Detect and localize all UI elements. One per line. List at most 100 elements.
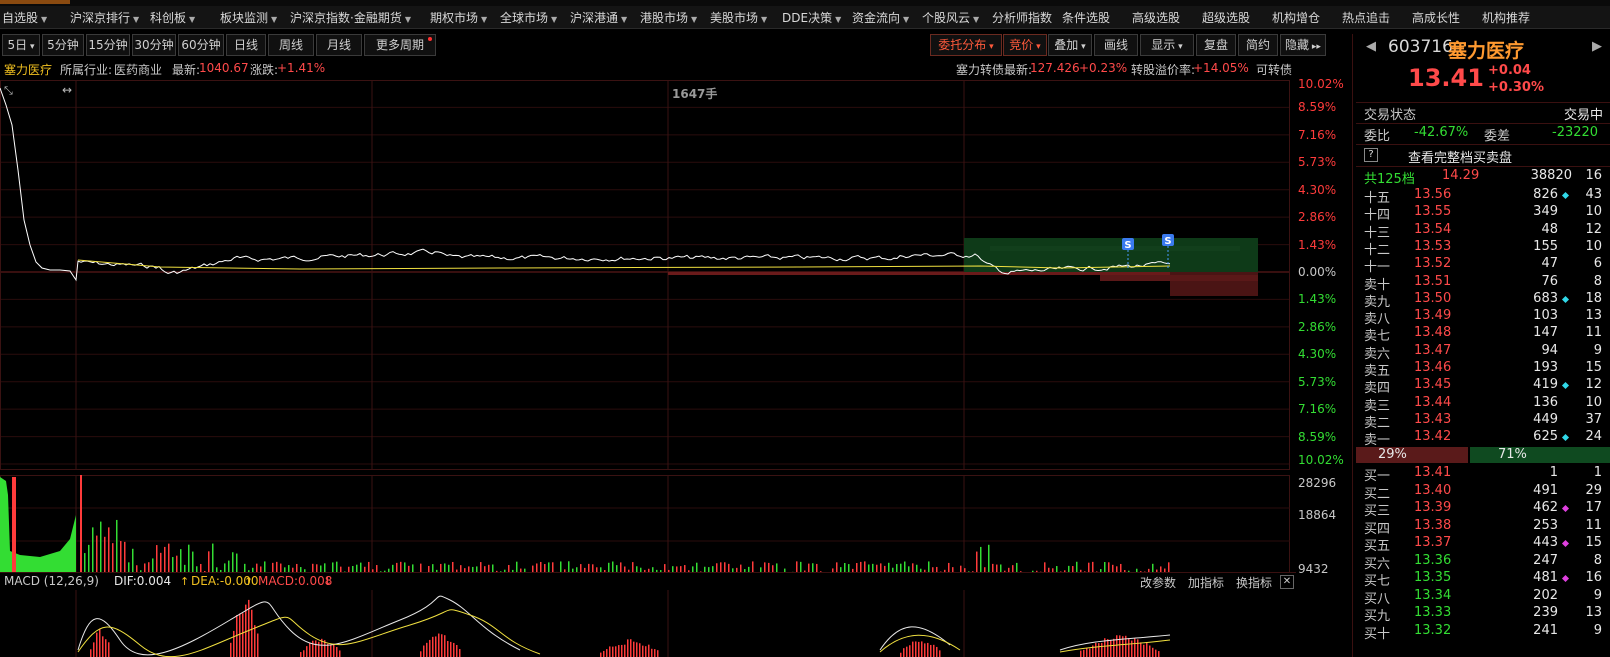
bid-level-row[interactable]: 买六 13.36 247 8	[1356, 553, 1610, 572]
menu-item-3[interactable]: 板块监测 ▼	[220, 9, 277, 27]
tool-button-5[interactable]: 复盘	[1196, 34, 1236, 56]
info-industry[interactable]: 医药商业	[114, 61, 162, 78]
menu-item-5[interactable]: 期权市场 ▼	[430, 9, 487, 27]
period-button-3[interactable]: 30分钟	[132, 34, 176, 56]
macd-chart[interactable]	[0, 590, 1290, 657]
bid-level-price: 13.35	[1414, 570, 1452, 585]
period-button-4[interactable]: 60分钟	[178, 34, 224, 56]
macd-switch-button[interactable]: 换指标	[1236, 574, 1272, 591]
next-stock-icon[interactable]: ▶	[1592, 39, 1602, 54]
menu-item-12[interactable]: 个股风云 ▼	[922, 9, 979, 27]
chevron-down-icon: ▾	[1175, 42, 1183, 52]
menu-item-6[interactable]: 全球市场 ▼	[500, 9, 557, 27]
volume-chart[interactable]	[0, 475, 1290, 575]
expand-icon: ▸▸	[1309, 42, 1321, 52]
full-book-row[interactable]: ? 查看完整档买卖盘	[1356, 147, 1610, 166]
bid-level-count: 13	[1585, 605, 1602, 620]
bid-level-row[interactable]: 买四 13.38 253 11	[1356, 518, 1610, 537]
menu-item-9[interactable]: 美股市场 ▼	[710, 9, 767, 27]
period-button-2[interactable]: 15分钟	[86, 34, 130, 56]
ask-level-row[interactable]: 卖十 13.51 76 8	[1356, 274, 1610, 293]
full-book-link[interactable]: 查看完整档买卖盘	[1408, 147, 1512, 166]
bid-level-row[interactable]: 买十 13.32 241 9	[1356, 623, 1610, 642]
tool-button-1[interactable]: 竞价 ▾	[1003, 34, 1047, 56]
zoom-corner-icon[interactable]: ⤡	[4, 84, 13, 97]
ask-level-row[interactable]: 卖六 13.47 94 9	[1356, 343, 1610, 362]
menu-item-19[interactable]: 高成长性	[1412, 9, 1460, 27]
ask-level-row[interactable]: 十四 13.55 349 10	[1356, 204, 1610, 223]
bid-level-row[interactable]: 买五 13.37 443 15	[1356, 535, 1610, 554]
period-button-0[interactable]: 5日 ▾	[2, 34, 40, 56]
info-last-label: 最新:	[172, 63, 201, 77]
ask-level-row[interactable]: 卖四 13.45 419 12	[1356, 377, 1610, 396]
bid-level-row[interactable]: 买三 13.39 462 17	[1356, 500, 1610, 519]
menu-item-2[interactable]: 科创板 ▼	[150, 9, 195, 27]
intraday-price-chart[interactable]: S S 1647手 ⤡ ↔	[0, 80, 1290, 470]
menu-item-11[interactable]: 资金流向 ▼	[852, 9, 909, 27]
resize-handle-icon[interactable]: ↔	[62, 83, 72, 97]
ask-level-row[interactable]: 卖五 13.46 193 15	[1356, 360, 1610, 379]
menu-item-18[interactable]: 热点追击	[1342, 9, 1390, 27]
bid-level-row[interactable]: 买二 13.40 491 29	[1356, 483, 1610, 502]
pct-up-label: 8.59%	[1298, 100, 1337, 115]
period-button-7[interactable]: 月线	[316, 34, 362, 56]
menu-item-10[interactable]: DDE决策 ▼	[782, 9, 841, 27]
ask-level-row[interactable]: 十一 13.52 47 6	[1356, 256, 1610, 275]
period-button-5[interactable]: 日线	[226, 34, 266, 56]
macd-name[interactable]: MACD (12,26,9)	[4, 574, 99, 588]
bid-level-row[interactable]: 买一 13.41 1 1	[1356, 465, 1610, 484]
menu-item-8[interactable]: 港股市场 ▼	[640, 9, 697, 27]
tool-button-2[interactable]: 叠加 ▾	[1048, 34, 1092, 56]
tool-button-4[interactable]: 显示 ▾	[1140, 34, 1194, 56]
ask-level-label: 十三	[1364, 225, 1391, 241]
ask-level-volume: 826	[1533, 187, 1558, 202]
tool-button-3[interactable]: 画线	[1094, 34, 1138, 56]
macd-toolbar: MACD (12,26,9) DIF:0.004 ↑ DEA:-0.000 ↑ …	[0, 572, 1296, 590]
menu-item-17[interactable]: 机构增仓	[1272, 9, 1320, 27]
tool-button-7[interactable]: 隐藏 ▸▸	[1280, 34, 1326, 56]
total-levels-label[interactable]: 共125档	[1364, 168, 1415, 187]
panel-divider[interactable]	[1352, 34, 1353, 657]
macd-params-button[interactable]: 改参数	[1140, 574, 1176, 591]
macd-bar	[1101, 642, 1103, 657]
ask-level-row[interactable]: 卖三 13.44 136 10	[1356, 395, 1610, 414]
prev-stock-icon[interactable]: ◀	[1366, 39, 1376, 54]
ask-level-row[interactable]: 十三 13.54 48 12	[1356, 222, 1610, 241]
period-button-8[interactable]: 更多周期	[364, 34, 436, 56]
ask-level-price: 13.46	[1414, 360, 1452, 375]
period-button-6[interactable]: 周线	[268, 34, 314, 56]
bid-level-count: 16	[1585, 570, 1602, 585]
ask-level-row[interactable]: 卖二 13.43 449 37	[1356, 412, 1610, 431]
period-button-1[interactable]: 5分钟	[42, 34, 84, 56]
ask-level-row[interactable]: 十二 13.53 155 10	[1356, 239, 1610, 258]
bid-level-row[interactable]: 买九 13.33 239 13	[1356, 605, 1610, 624]
menu-item-14[interactable]: 条件选股	[1062, 9, 1110, 27]
menu-item-0[interactable]: 自选股 ▼	[2, 9, 47, 27]
menu-item-16[interactable]: 超级选股	[1202, 9, 1250, 27]
pct-zero-label: 0.00%	[1298, 265, 1337, 279]
menu-item-4[interactable]: 沪深京指数·金融期货 ▼	[290, 9, 411, 27]
macd-close-icon[interactable]: ✕	[1280, 575, 1294, 589]
menu-item-20[interactable]: 机构推荐	[1482, 9, 1530, 27]
tool-button-0[interactable]: 委托分布 ▾	[930, 34, 1002, 56]
macd-add-button[interactable]: 加指标	[1188, 574, 1224, 591]
trade-status-value: 交易中	[1564, 108, 1604, 123]
tool-button-6[interactable]: 简约	[1238, 34, 1278, 56]
menu-item-13[interactable]: 分析师指数	[992, 9, 1052, 27]
menu-item-15[interactable]: 高级选股	[1132, 9, 1180, 27]
help-icon[interactable]: ?	[1364, 148, 1378, 162]
bid-level-row[interactable]: 买八 13.34 202 9	[1356, 588, 1610, 607]
macd-bar	[254, 625, 256, 657]
ask-level-row[interactable]: 十五 13.56 826 43	[1356, 187, 1610, 206]
ask-level-row[interactable]: 卖七 13.48 147 11	[1356, 325, 1610, 344]
menu-item-7[interactable]: 沪深港通 ▼	[570, 9, 627, 27]
ask-level-row[interactable]: 卖九 13.50 683 18	[1356, 291, 1610, 310]
info-stock-name[interactable]: 塞力医疗	[4, 61, 52, 78]
menu-item-1[interactable]: 沪深京排行 ▼	[70, 9, 139, 27]
ask-level-row[interactable]: 卖八 13.49 103 13	[1356, 308, 1610, 327]
bid-level-volume: 462	[1533, 500, 1558, 515]
info-convertible[interactable]: 可转债	[1256, 61, 1292, 78]
ask-level-row[interactable]: 卖一 13.42 625 24	[1356, 429, 1610, 448]
bid-level-row[interactable]: 买七 13.35 481 16	[1356, 570, 1610, 589]
ask-level-count: 24	[1585, 429, 1602, 445]
